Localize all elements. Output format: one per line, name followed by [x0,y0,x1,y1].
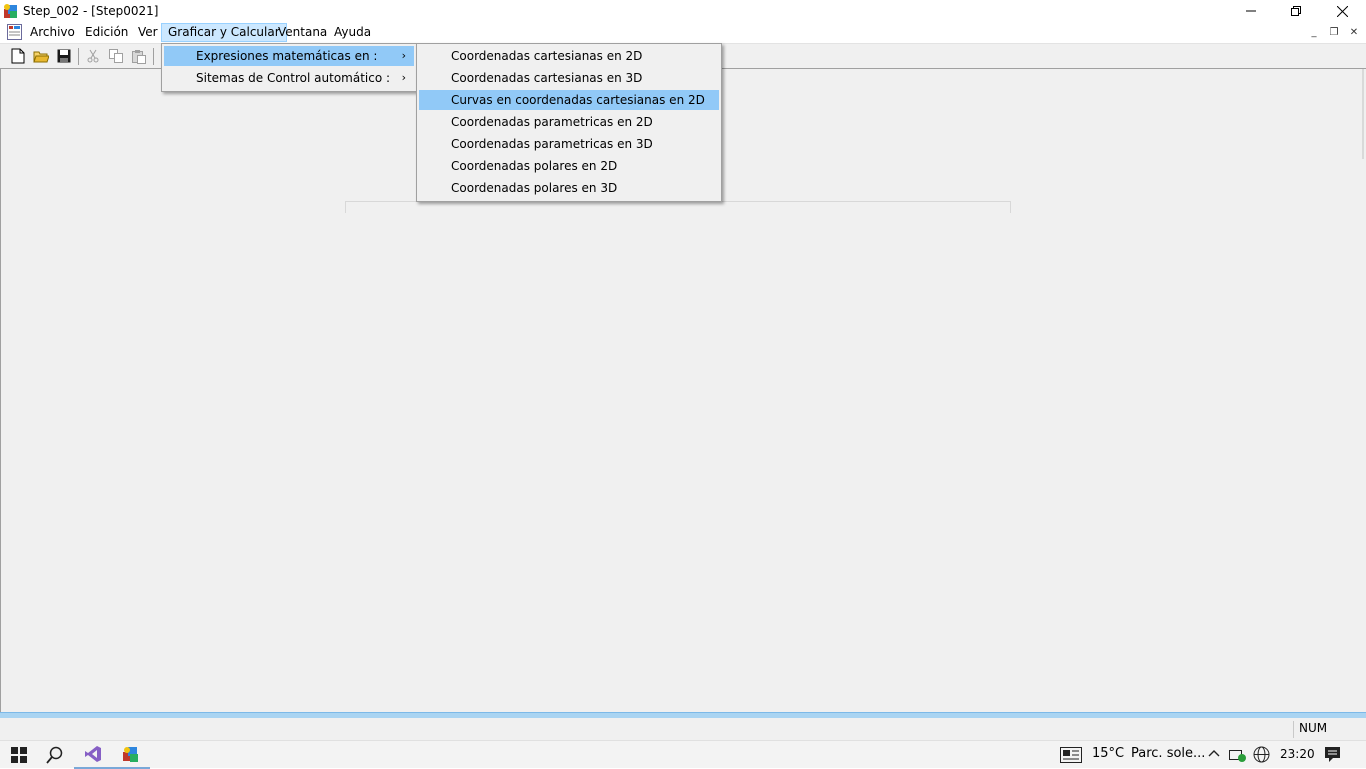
submenu-item-curvas-cartesianas-2d[interactable]: Curvas en coordenadas cartesianas en 2D [419,90,719,110]
paste-button[interactable] [129,47,149,65]
submenu-arrow-icon: › [401,49,406,62]
restore-button[interactable] [1273,0,1319,22]
num-lock-indicator: NUM [1293,721,1357,738]
search-icon [46,746,63,764]
new-file-button[interactable] [8,47,28,65]
clock[interactable]: 23:20 [1280,747,1315,761]
submenu-item-cartesianas-2d[interactable]: Coordenadas cartesianas en 2D [419,46,719,66]
menu-bar: Archivo Edición Ver Graficar y Calcular … [0,22,1366,43]
new-file-icon [11,48,25,64]
submenu-item-parametricas-3d[interactable]: Coordenadas parametricas en 3D [419,134,719,154]
taskbar-visual-studio[interactable] [74,741,112,769]
open-folder-icon [33,51,49,63]
app-icon[interactable] [3,3,19,19]
notifications-icon[interactable] [1324,746,1341,763]
mdi-minimize-icon[interactable]: _ [1306,25,1322,39]
menu-graficar-y-calcular[interactable]: Graficar y Calcular [161,23,287,42]
menu-item-label: Expresiones matemáticas en : [196,49,378,63]
windows-logo-icon [11,747,27,763]
chevron-up-icon[interactable] [1208,749,1220,757]
weather-temperature[interactable]: 15°C [1092,746,1124,761]
toolbar-separator [78,48,79,65]
submenu-item-polares-3d[interactable]: Coordenadas polares en 3D [419,178,719,198]
close-button[interactable] [1319,0,1365,22]
submenu-arrow-icon: › [401,71,406,84]
graficar-menu-popup: Expresiones matemáticas en : › Sitemas d… [161,43,417,92]
mdi-restore-icon[interactable]: ❐ [1326,25,1342,39]
minimize-icon [1246,10,1256,12]
search-button[interactable] [36,741,74,769]
taskbar: 15°C Parc. sole... 23:20 [0,740,1366,769]
status-bar: NUM [0,718,1366,740]
copy-button[interactable] [106,47,126,65]
menu-ayuda[interactable]: Ayuda [328,23,377,42]
save-icon [57,49,71,63]
taskbar-step-app[interactable] [112,741,150,769]
cut-icon [87,49,99,63]
menu-archivo[interactable]: Archivo [24,23,81,42]
menu-ventana[interactable]: Ventana [272,23,333,42]
news-widget-icon[interactable] [1060,747,1082,763]
weather-description[interactable]: Parc. sole... [1131,746,1205,761]
menu-item-sistemas-control[interactable]: Sitemas de Control automático : › [164,68,414,88]
open-button[interactable] [31,47,51,65]
save-button[interactable] [54,47,74,65]
mdi-close-icon[interactable]: ✕ [1346,25,1362,39]
faded-panel-outline [345,201,1011,213]
step-app-icon [123,747,138,762]
expresiones-submenu-popup: Coordenadas cartesianas en 2D Coordenada… [416,43,722,202]
title-bar: Step_002 - [Step0021] [0,0,1366,22]
submenu-item-cartesianas-3d[interactable]: Coordenadas cartesianas en 3D [419,68,719,88]
network-globe-icon[interactable] [1253,746,1270,763]
menu-ver[interactable]: Ver [132,23,164,42]
mdi-child-controls: _ ❐ ✕ [1306,25,1362,39]
copy-icon [109,49,123,63]
visual-studio-icon [85,746,101,762]
device-status-icon[interactable] [1229,747,1247,763]
close-icon [1336,5,1348,17]
paste-icon [132,49,146,64]
minimize-button[interactable] [1228,0,1274,22]
window-title: Step_002 - [Step0021] [23,4,159,18]
client-scrollbar[interactable] [1362,69,1364,159]
menu-item-label: Sitemas de Control automático : [196,71,391,85]
document-icon[interactable] [7,24,22,40]
toolbar-separator [153,48,154,65]
start-button[interactable] [0,741,38,769]
submenu-item-parametricas-2d[interactable]: Coordenadas parametricas en 2D [419,112,719,132]
cut-button[interactable] [83,47,103,65]
restore-icon [1291,6,1301,16]
menu-edicion[interactable]: Edición [79,23,134,42]
menu-item-expresiones-matematicas[interactable]: Expresiones matemáticas en : › [164,46,414,66]
submenu-item-polares-2d[interactable]: Coordenadas polares en 2D [419,156,719,176]
